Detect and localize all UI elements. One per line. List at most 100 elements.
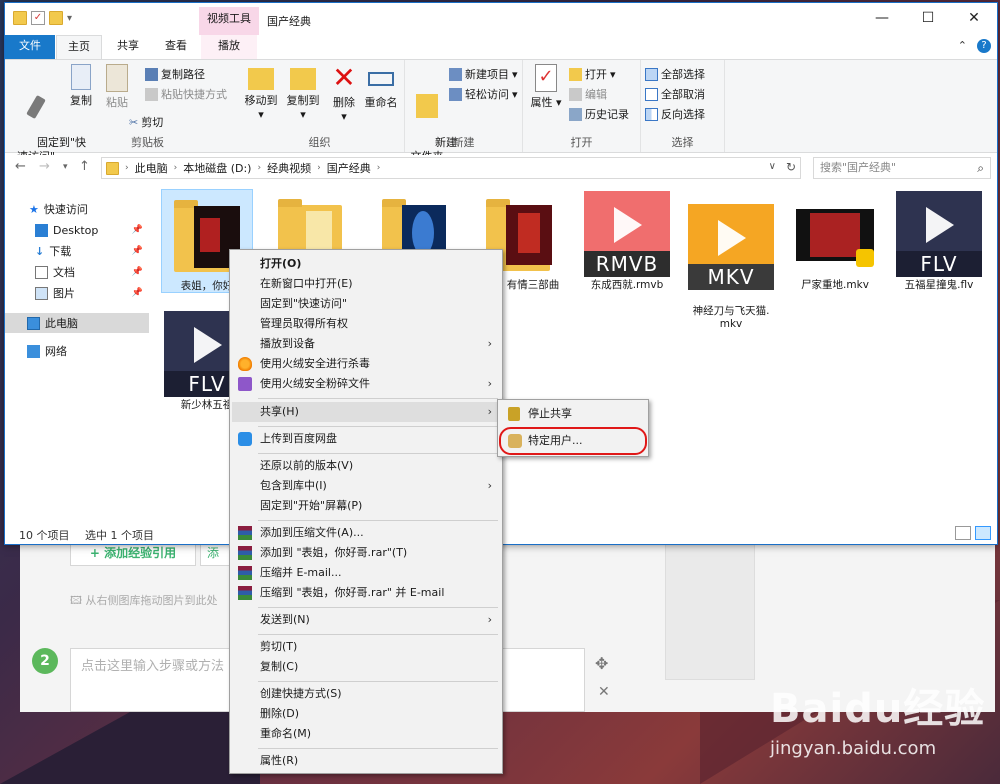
select-none-button[interactable]: 全部取消 [645,86,705,102]
delete-button[interactable]: ✕ 删除 ▾ [329,64,359,124]
menu-open-new-window[interactable]: 在新窗口中打开(E) [232,274,500,294]
file-item[interactable]: RMVB 东成西就.rmvb [581,189,673,293]
ribbon-collapse-icon[interactable]: ⌃ [958,39,967,53]
tab-share[interactable]: 共享 [105,35,151,59]
menu-properties[interactable]: 属性(R) [232,751,500,771]
address-dropdown-icon[interactable]: ∨ [769,161,776,172]
move-icon[interactable]: ✥ [595,654,608,673]
tab-home[interactable]: 主页 [56,35,102,59]
breadcrumb-domestic-classics[interactable]: 国产经典 [327,160,371,176]
close-button[interactable]: ✕ [951,3,997,33]
easy-access-icon [449,87,462,101]
breadcrumb-chevron-icon[interactable]: › [174,163,178,173]
minimize-button[interactable]: — [859,3,905,33]
breadcrumb-disk-d[interactable]: 本地磁盘 (D:) [183,160,251,176]
file-item[interactable]: MKV 神经刀与飞天猫. mkv [685,189,777,330]
nav-item-pictures[interactable]: 图片 📌 [5,283,149,303]
menu-separator [258,681,498,682]
paste-button[interactable]: 粘贴 [101,64,133,110]
menu-stop-sharing[interactable]: 停止共享 [502,403,646,425]
menu-add-rar[interactable]: 添加到 "表姐，你好哥.rar"(T) [232,543,500,563]
details-view-icon[interactable] [955,526,971,540]
menu-include-library[interactable]: 包含到库中(I) › [232,476,500,496]
rename-button[interactable]: 重命名 [363,64,399,110]
menu-baidu-upload[interactable]: 上传到百度网盘 [232,429,500,449]
menu-open[interactable]: 打开(O) [232,254,500,274]
menu-rename[interactable]: 重命名(M) [232,724,500,744]
forward-arrow-icon[interactable]: → [39,159,50,174]
pin-icon[interactable]: 📌 [132,225,143,235]
breadcrumb-chevron-icon[interactable]: › [317,163,321,173]
address-bar[interactable]: › 此电脑 › 本地磁盘 (D:) › 经典视频 › 国产经典 › ∨ ↻ [101,157,801,179]
address-folder-icon [106,161,119,175]
history-button[interactable]: 历史记录 [569,106,629,122]
copy-icon [71,64,91,90]
select-all-button[interactable]: 全部选择 [645,66,705,82]
tab-file[interactable]: 文件 [5,35,55,59]
copy-to-button[interactable]: 复制到 ▾ [283,64,323,122]
menu-huorong-scan[interactable]: 使用火绒安全进行杀毒 [232,354,500,374]
new-folder-icon[interactable] [49,11,63,25]
invert-selection-label: 反向选择 [661,108,705,121]
tab-play[interactable]: 播放 [201,35,257,59]
pin-icon[interactable]: 📌 [132,267,143,277]
refresh-icon[interactable]: ↻ [786,160,796,174]
file-name: 尸家重地.mkv [801,279,869,291]
nav-item-network[interactable]: 网络 [5,341,149,361]
edit-button[interactable]: 编辑 [569,86,607,102]
menu-huorong-shred[interactable]: 使用火绒安全粉碎文件 › [232,374,500,394]
nav-item-desktop[interactable]: Desktop 📌 [5,220,149,240]
cut-button[interactable]: ✂ 剪切 [129,114,163,130]
search-input[interactable]: 搜索"国产经典" ⌕ [813,157,991,179]
menu-add-archive[interactable]: 添加到压缩文件(A)... [232,523,500,543]
breadcrumb-chevron-icon[interactable]: › [377,163,381,173]
large-icons-view-icon[interactable] [975,526,991,540]
breadcrumb-classic-videos[interactable]: 经典视频 [267,160,311,176]
maximize-button[interactable]: ☐ [905,3,951,33]
move-to-button[interactable]: 移动到 ▾ [241,64,281,122]
close-icon[interactable]: ✕ [598,684,610,700]
new-item-button[interactable]: 新建项目 ▾ [449,66,518,82]
properties-icon[interactable]: ✓ [31,11,45,25]
pin-icon[interactable]: 📌 [132,246,143,256]
up-arrow-icon[interactable]: ↑ [79,159,90,174]
menu-cut[interactable]: 剪切(T) [232,637,500,657]
menu-restore-versions[interactable]: 还原以前的版本(V) [232,456,500,476]
nav-item-this-pc[interactable]: 此电脑 [5,313,149,333]
menu-compress-email[interactable]: 压缩并 E-mail... [232,563,500,583]
recent-locations-icon[interactable]: ▾ [63,162,68,172]
paste-shortcut-button[interactable]: 粘贴快捷方式 [145,86,227,102]
menu-create-shortcut[interactable]: 创建快捷方式(S) [232,684,500,704]
easy-access-button[interactable]: 轻松访问 ▾ [449,86,518,102]
file-item[interactable]: FLV 五福星撞鬼.flv [893,189,985,293]
menu-cast-to-device[interactable]: 播放到设备 › [232,334,500,354]
menu-delete[interactable]: 删除(D) [232,704,500,724]
help-icon[interactable]: ? [977,39,991,53]
open-button[interactable]: 打开 ▾ [569,66,616,82]
breadcrumb-chevron-icon[interactable]: › [125,163,129,173]
file-item[interactable]: 尸家重地.mkv [789,189,881,293]
search-icon[interactable]: ⌕ [977,158,984,178]
nav-item-quick-access[interactable]: ★ 快速访问 [5,199,149,219]
open-icon [569,67,582,81]
copy-path-button[interactable]: 复制路径 [145,66,205,82]
back-arrow-icon[interactable]: ← [15,159,26,174]
video-tools-tab-group: 视频工具 [199,7,259,35]
pin-icon[interactable]: 📌 [132,288,143,298]
nav-item-downloads[interactable]: ↓ 下载 📌 [5,241,149,261]
menu-send-to[interactable]: 发送到(N) › [232,610,500,630]
menu-share[interactable]: 共享(H) › [232,402,500,422]
menu-copy[interactable]: 复制(C) [232,657,500,677]
menu-compress-rar-email[interactable]: 压缩到 "表姐，你好哥.rar" 并 E-mail [232,583,500,603]
breadcrumb-this-pc[interactable]: 此电脑 [135,160,168,176]
tab-view[interactable]: 查看 [153,35,199,59]
menu-pin-quick-access[interactable]: 固定到"快速访问" [232,294,500,314]
menu-take-ownership[interactable]: 管理员取得所有权 [232,314,500,334]
properties-button[interactable]: ✓ 属性 ▾ [529,64,563,110]
invert-selection-button[interactable]: 反向选择 [645,106,705,122]
breadcrumb-chevron-icon[interactable]: › [257,163,261,173]
customize-dropdown-icon[interactable]: ▾ [67,13,72,24]
nav-item-documents[interactable]: 文档 📌 [5,262,149,282]
menu-pin-start[interactable]: 固定到"开始"屏幕(P) [232,496,500,516]
copy-button[interactable]: 复制 [65,64,97,108]
